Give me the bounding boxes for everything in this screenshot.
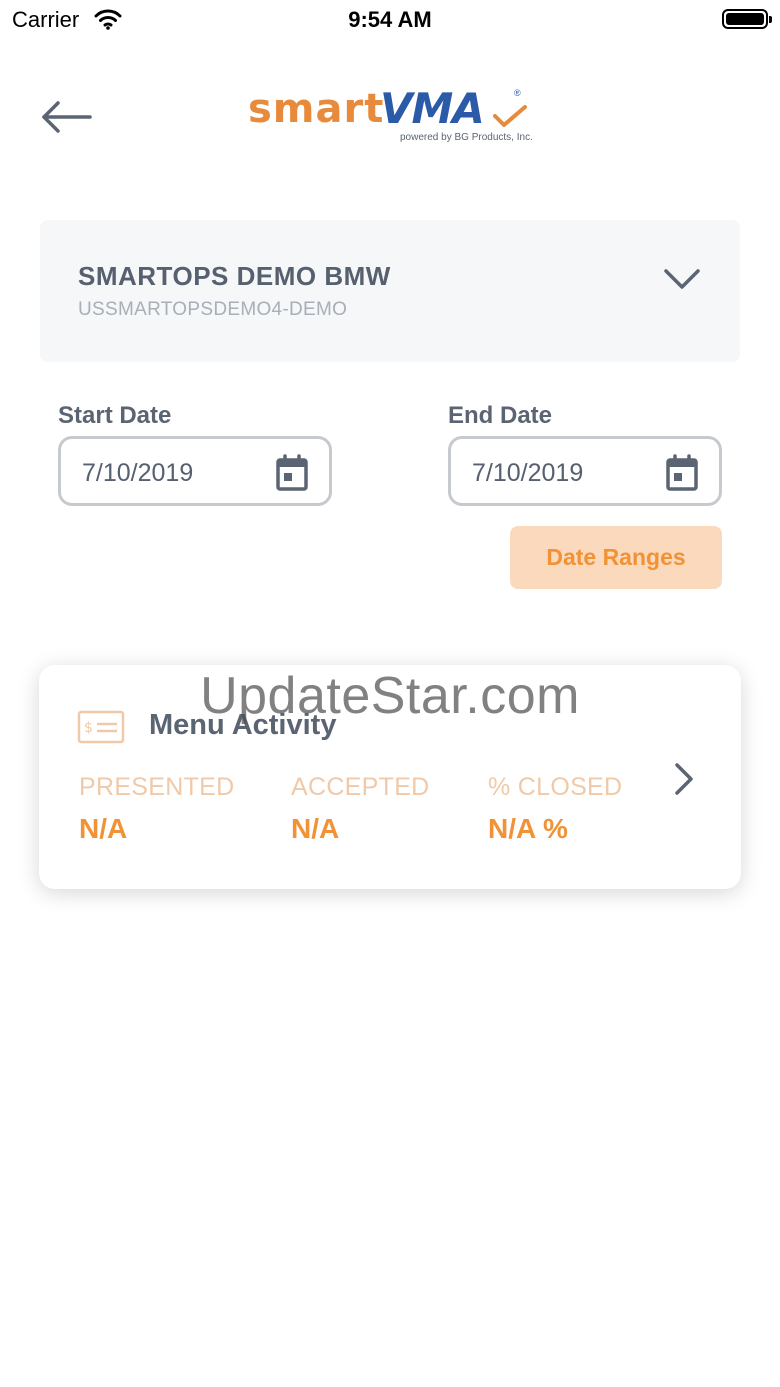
chevron-down-icon (664, 269, 700, 289)
svg-text:$: $ (84, 720, 93, 736)
calendar-icon (276, 454, 308, 491)
clock: 9:54 AM (348, 7, 432, 32)
chevron-right-icon (675, 763, 693, 795)
end-date-value: 7/10/2019 (472, 459, 584, 487)
status-bar: Carrier 9:54 AM (0, 0, 780, 42)
logo-smart-text: smart (248, 86, 385, 132)
logo-vma-text: VMA (380, 84, 485, 133)
presented-value: N/A (79, 813, 128, 844)
logo-tagline: powered by BG Products, Inc. (400, 132, 533, 143)
end-date-field[interactable]: 7/10/2019 (448, 436, 722, 506)
dealer-selector[interactable]: SMARTOPS DEMO BMW USSMARTOPSDEMO4-DEMO (40, 220, 740, 362)
closed-percent-value: N/A % (488, 813, 568, 844)
calendar-icon (666, 454, 698, 491)
screen: Carrier 9:54 AM smart VMA ® powered by B… (0, 0, 780, 1387)
arrow-left-icon (42, 101, 92, 133)
accepted-label: ACCEPTED (291, 773, 430, 801)
date-ranges-button[interactable]: Date Ranges (510, 526, 722, 589)
accepted-value: N/A (291, 813, 340, 844)
closed-percent-label: % CLOSED (488, 773, 623, 801)
menu-activity-card[interactable]: $ Menu Activity PRESENTED N/A ACCEPTED N… (39, 665, 741, 889)
back-button[interactable] (38, 96, 96, 138)
logo-check-icon (493, 105, 527, 127)
dealer-name: SMARTOPS DEMO BMW (78, 261, 391, 291)
end-date-label: End Date (448, 402, 553, 429)
start-date-label: Start Date (58, 402, 172, 429)
smartvma-logo: smart VMA ® powered by BG Products, Inc. (248, 84, 538, 146)
presented-label: PRESENTED (79, 773, 235, 801)
start-date-value: 7/10/2019 (82, 459, 194, 487)
battery-icon (722, 9, 772, 29)
start-date-field[interactable]: 7/10/2019 (58, 436, 332, 506)
cheque-icon: $ (77, 710, 125, 744)
dealer-code: USSMARTOPSDEMO4-DEMO (78, 299, 348, 320)
menu-activity-title: Menu Activity (149, 709, 337, 741)
logo-registered-mark: ® (514, 88, 521, 98)
